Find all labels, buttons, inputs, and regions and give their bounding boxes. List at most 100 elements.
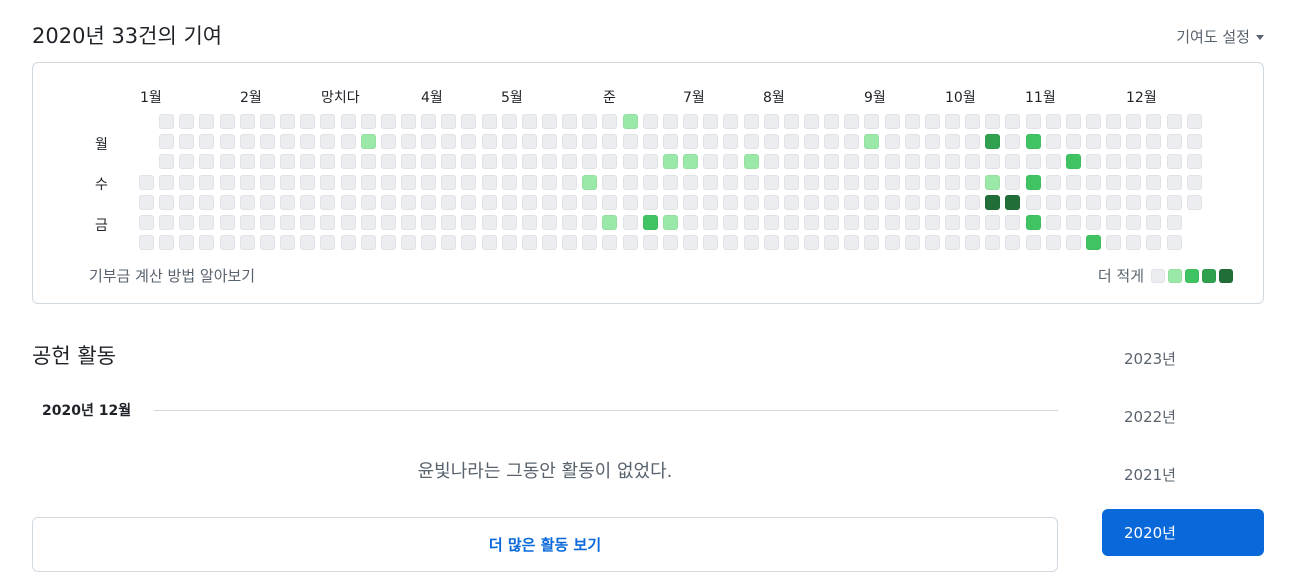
contribution-day-cell[interactable] (421, 235, 436, 250)
contribution-day-cell[interactable] (220, 195, 235, 210)
contribution-day-cell[interactable] (240, 134, 255, 149)
contribution-day-cell[interactable] (441, 235, 456, 250)
contribution-day-cell[interactable] (562, 195, 577, 210)
contribution-day-cell[interactable] (623, 215, 638, 230)
contribution-day-cell[interactable] (1187, 154, 1202, 169)
contribution-day-cell[interactable] (1106, 134, 1121, 149)
contribution-day-cell[interactable] (341, 215, 356, 230)
contribution-day-cell[interactable] (1167, 134, 1182, 149)
contribution-day-cell[interactable] (1187, 134, 1202, 149)
contribution-day-cell[interactable] (441, 114, 456, 129)
contribution-day-cell[interactable] (199, 215, 214, 230)
contribution-day-cell[interactable] (1046, 154, 1061, 169)
contribution-day-cell[interactable] (381, 195, 396, 210)
contribution-day-cell[interactable] (260, 175, 275, 190)
contribution-day-cell[interactable] (199, 175, 214, 190)
contribution-day-cell[interactable] (784, 235, 799, 250)
contribution-day-cell[interactable] (280, 235, 295, 250)
contribution-day-cell[interactable] (905, 215, 920, 230)
contribution-day-cell[interactable] (159, 175, 174, 190)
contribution-day-cell[interactable] (744, 175, 759, 190)
contribution-day-cell[interactable] (361, 134, 376, 149)
contribution-day-cell[interactable] (1046, 215, 1061, 230)
contribution-day-cell[interactable] (1026, 134, 1041, 149)
contribution-day-cell[interactable] (602, 235, 617, 250)
contribution-day-cell[interactable] (1026, 235, 1041, 250)
contribution-day-cell[interactable] (1187, 175, 1202, 190)
contribution-day-cell[interactable] (199, 154, 214, 169)
contribution-day-cell[interactable] (421, 175, 436, 190)
contribution-day-cell[interactable] (1005, 175, 1020, 190)
contribution-day-cell[interactable] (300, 154, 315, 169)
contribution-day-cell[interactable] (320, 235, 335, 250)
contribution-day-cell[interactable] (179, 175, 194, 190)
contribution-day-cell[interactable] (1167, 195, 1182, 210)
contribution-day-cell[interactable] (1187, 195, 1202, 210)
contribution-day-cell[interactable] (300, 235, 315, 250)
contribution-day-cell[interactable] (804, 114, 819, 129)
contribution-day-cell[interactable] (502, 195, 517, 210)
contribution-day-cell[interactable] (522, 154, 537, 169)
contribution-day-cell[interactable] (723, 175, 738, 190)
contribution-day-cell[interactable] (381, 114, 396, 129)
contribution-day-cell[interactable] (320, 114, 335, 129)
contribution-day-cell[interactable] (240, 175, 255, 190)
contribution-day-cell[interactable] (764, 134, 779, 149)
contribution-day-cell[interactable] (482, 154, 497, 169)
contribution-day-cell[interactable] (159, 114, 174, 129)
contribution-day-cell[interactable] (441, 175, 456, 190)
contribution-day-cell[interactable] (1066, 114, 1081, 129)
contribution-day-cell[interactable] (320, 134, 335, 149)
contribution-day-cell[interactable] (522, 235, 537, 250)
contribution-day-cell[interactable] (1106, 215, 1121, 230)
contribution-day-cell[interactable] (744, 114, 759, 129)
contribution-day-cell[interactable] (280, 154, 295, 169)
contribution-day-cell[interactable] (602, 114, 617, 129)
contribution-day-cell[interactable] (985, 114, 1000, 129)
contribution-day-cell[interactable] (220, 235, 235, 250)
contribution-day-cell[interactable] (260, 215, 275, 230)
contribution-day-cell[interactable] (341, 154, 356, 169)
contribution-day-cell[interactable] (240, 215, 255, 230)
contribution-settings-dropdown[interactable]: 기여도 설정 (1176, 26, 1264, 47)
contribution-day-cell[interactable] (361, 175, 376, 190)
contribution-day-cell[interactable] (280, 215, 295, 230)
contribution-day-cell[interactable] (542, 134, 557, 149)
contribution-day-cell[interactable] (179, 195, 194, 210)
contribution-day-cell[interactable] (381, 215, 396, 230)
contribution-day-cell[interactable] (965, 114, 980, 129)
contribution-day-cell[interactable] (461, 154, 476, 169)
contribution-day-cell[interactable] (562, 114, 577, 129)
contribution-day-cell[interactable] (1086, 114, 1101, 129)
contribution-day-cell[interactable] (623, 195, 638, 210)
contribution-day-cell[interactable] (663, 134, 678, 149)
contribution-day-cell[interactable] (1026, 154, 1041, 169)
contribution-day-cell[interactable] (401, 175, 416, 190)
contribution-day-cell[interactable] (663, 215, 678, 230)
contribution-day-cell[interactable] (925, 134, 940, 149)
contribution-day-cell[interactable] (703, 235, 718, 250)
contribution-day-cell[interactable] (945, 175, 960, 190)
contribution-day-cell[interactable] (381, 134, 396, 149)
contribution-day-cell[interactable] (461, 215, 476, 230)
contribution-day-cell[interactable] (179, 235, 194, 250)
contribution-day-cell[interactable] (985, 195, 1000, 210)
contribution-day-cell[interactable] (784, 114, 799, 129)
contribution-day-cell[interactable] (703, 215, 718, 230)
contribution-day-cell[interactable] (1126, 154, 1141, 169)
contribution-day-cell[interactable] (179, 134, 194, 149)
contribution-day-cell[interactable] (905, 134, 920, 149)
contribution-day-cell[interactable] (844, 114, 859, 129)
contribution-day-cell[interactable] (361, 235, 376, 250)
contribution-day-cell[interactable] (683, 134, 698, 149)
contribution-day-cell[interactable] (1146, 154, 1161, 169)
contribution-day-cell[interactable] (985, 175, 1000, 190)
contribution-day-cell[interactable] (965, 154, 980, 169)
contribution-day-cell[interactable] (562, 134, 577, 149)
contribution-day-cell[interactable] (602, 195, 617, 210)
contribution-day-cell[interactable] (260, 134, 275, 149)
contribution-day-cell[interactable] (542, 114, 557, 129)
contribution-day-cell[interactable] (582, 154, 597, 169)
contribution-day-cell[interactable] (1106, 175, 1121, 190)
contribution-day-cell[interactable] (482, 175, 497, 190)
